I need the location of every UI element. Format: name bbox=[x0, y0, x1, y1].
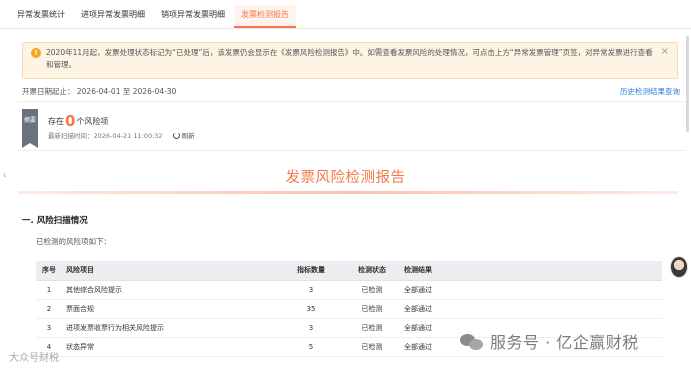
table-row: 2 票面合规 35 已检测 全部通过 bbox=[36, 299, 662, 319]
tab-input-abnormal-invoice-detail[interactable]: 进项异常发票明细 bbox=[74, 9, 152, 28]
risk-summary: 存在0个风险项 bbox=[48, 112, 108, 130]
risk-prefix: 存在 bbox=[48, 117, 64, 126]
title-underline bbox=[18, 191, 678, 194]
scan-time: 2026-04-21 11:00:32 bbox=[93, 132, 163, 140]
date-separator: 至 bbox=[122, 87, 131, 96]
notice-banner: ! 2020年11月起，发票处理状态标记为“已处理”后，该发票仍会显示在《发票风… bbox=[22, 42, 678, 79]
date-range: 开票日期起止： 2026-04-01 至 2026-04-30 bbox=[22, 86, 176, 97]
cell-no: 2 bbox=[36, 299, 62, 319]
tab-invoice-detection-report[interactable]: 发票检测报告 bbox=[234, 5, 296, 28]
warning-icon: ! bbox=[31, 48, 41, 58]
vertical-scrollbar[interactable] bbox=[686, 36, 689, 132]
tab-output-abnormal-invoice-detail[interactable]: 销项异常发票明细 bbox=[154, 9, 232, 28]
header-status: 检测状态 bbox=[344, 261, 400, 281]
notice-text: 2020年11月起，发票处理状态标记为“已处理”后，该发票仍会显示在《发票风险检… bbox=[46, 48, 653, 69]
watermark: 服务号 · 亿企赢财税 bbox=[460, 329, 639, 353]
cell-item: 进项发票收票行为相关风险提示 bbox=[62, 318, 278, 338]
cell-result: 全部通过 bbox=[400, 299, 662, 319]
risk-suffix: 个风险项 bbox=[76, 117, 109, 126]
support-avatar[interactable] bbox=[670, 256, 688, 278]
tab-abnormal-invoice-stats[interactable]: 异常发票统计 bbox=[10, 9, 72, 28]
cell-no: 3 bbox=[36, 318, 62, 338]
cell-status: 已检测 bbox=[344, 337, 400, 357]
cell-count: 3 bbox=[278, 280, 344, 300]
report-title: 发票风险检测报告 bbox=[285, 170, 406, 186]
cell-item: 其他综合风险提示 bbox=[62, 280, 278, 300]
close-icon[interactable]: × bbox=[661, 47, 669, 57]
cell-status: 已检测 bbox=[344, 299, 400, 319]
table-row: 1 其他综合风险提示 3 已检测 全部通过 bbox=[36, 280, 662, 300]
history-results-link[interactable]: 历史检测结果查询 bbox=[620, 86, 680, 97]
watermark-text: 服务号 · 亿企赢财税 bbox=[490, 333, 639, 352]
table-header-row: 序号 风险项目 指标数量 检测状态 检测结果 bbox=[36, 261, 662, 281]
date-start: 2026-04-01 bbox=[76, 87, 121, 96]
section-heading: 一. 风险扫描情况 bbox=[22, 216, 88, 226]
cell-count: 5 bbox=[278, 337, 344, 357]
refresh-label: 刷新 bbox=[181, 132, 195, 140]
divider bbox=[18, 150, 686, 151]
risk-count: 0 bbox=[65, 112, 76, 130]
cell-item: 票面合规 bbox=[62, 299, 278, 319]
cell-status: 已检测 bbox=[344, 318, 400, 338]
invoice-risk-report-page: 异常发票统计 进项异常发票明细 销项异常发票明细 发票检测报告 ‹ ! 2020… bbox=[0, 0, 691, 369]
scan-label: 最新扫描时间： bbox=[48, 132, 94, 140]
watermark-left: 大众号财税 bbox=[9, 353, 59, 364]
tab-bar: 异常发票统计 进项异常发票明细 销项异常发票明细 发票检测报告 bbox=[0, 0, 691, 29]
cell-no: 1 bbox=[36, 280, 62, 300]
date-end: 2026-04-30 bbox=[132, 87, 177, 96]
date-range-label: 开票日期起止： bbox=[22, 87, 75, 96]
cell-count: 35 bbox=[278, 299, 344, 319]
cell-result: 全部通过 bbox=[400, 280, 662, 300]
header-result: 检测结果 bbox=[400, 261, 662, 281]
wechat-icon bbox=[460, 334, 484, 351]
header-count: 指标数量 bbox=[278, 261, 344, 281]
cell-item: 状态异常 bbox=[62, 337, 278, 357]
refresh-button[interactable]: 刷新 bbox=[172, 132, 195, 140]
summary-tag: 摘要 bbox=[22, 109, 38, 148]
section-subtitle: 已检测的风险项如下： bbox=[36, 237, 111, 246]
scan-info: 最新扫描时间：2026-04-21 11:00:32 刷新 bbox=[48, 130, 195, 140]
refresh-icon bbox=[172, 132, 180, 139]
header-item: 风险项目 bbox=[62, 261, 278, 281]
cell-count: 3 bbox=[278, 318, 344, 338]
divider bbox=[18, 101, 686, 102]
cell-status: 已检测 bbox=[344, 280, 400, 300]
header-no: 序号 bbox=[36, 261, 62, 281]
